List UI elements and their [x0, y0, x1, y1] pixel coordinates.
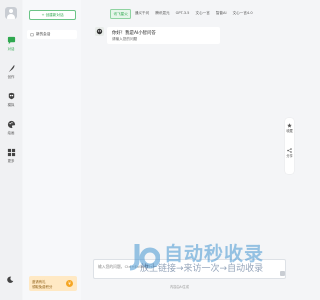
share-icon: [287, 148, 292, 153]
favorite-button[interactable]: 收藏: [285, 123, 294, 133]
new-chat-label: + 创建新对话: [41, 12, 64, 17]
rail-item-chat[interactable]: 对话: [0, 36, 22, 51]
tab-model-tongyi[interactable]: 通义千问: [132, 9, 151, 17]
coin-icon: ¥: [66, 280, 73, 287]
moon-icon[interactable]: [7, 276, 14, 283]
rail-item-simulate[interactable]: 模拟: [0, 92, 22, 107]
rail-item-more[interactable]: 更多: [0, 148, 22, 163]
rail-label-paint: 绘画: [7, 131, 15, 135]
tab-model-xunfei[interactable]: 讯飞星火: [110, 9, 132, 19]
assistant-message: 你好！我是AI小智问答 请输入您的问题: [107, 27, 220, 44]
message-subtitle: 请输入您的问题: [112, 37, 138, 41]
conversation-item[interactable]: 新的会话: [27, 30, 77, 39]
tab-model-wenxin[interactable]: 文心一言: [193, 9, 212, 17]
grid-icon: [7, 148, 15, 157]
rail-label-simulate: 模拟: [7, 103, 15, 107]
mask-icon: [8, 92, 14, 100]
tab-model-zhipu[interactable]: 智普AI: [213, 9, 229, 17]
tab-model-wenxin4[interactable]: 文心一言4.0: [230, 9, 255, 17]
message-input[interactable]: 输入您的问题，Ctrl+Enter换行: [93, 259, 286, 279]
rail-item-create[interactable]: 创作: [0, 64, 22, 79]
invite-promo-banner[interactable]: 邀请有礼 领取免费积分 ¥: [29, 276, 77, 291]
user-avatar[interactable]: [5, 7, 17, 19]
conversation-item-label: 新的会话: [36, 32, 51, 36]
star-icon: [287, 123, 292, 128]
feather-pen-icon: [8, 64, 14, 73]
rail-label-chat: 对话: [7, 47, 15, 51]
message-input-placeholder: 输入您的问题，Ctrl+Enter换行: [98, 264, 153, 269]
palette-icon: [7, 120, 15, 129]
tab-model-gpt35[interactable]: GPT-3.5: [173, 9, 192, 17]
chat-main-panel: 讯飞星火 通义千问 腾讯混元 GPT-3.5 文心一言 智普AI 文心一言4.0…: [82, 0, 300, 300]
icon-rail: 对话 创作 模拟 绘画 更多: [0, 0, 22, 300]
rail-label-create: 创作: [7, 75, 15, 79]
new-chat-button[interactable]: + 创建新对话: [29, 10, 76, 20]
share-button[interactable]: 分享: [285, 148, 294, 158]
model-tabs: 讯飞星火 通义千问 腾讯混元 GPT-3.5 文心一言 智普AI 文心一言4.0: [110, 9, 255, 19]
share-label: 分享: [286, 154, 293, 158]
rail-label-more: 更多: [7, 159, 15, 163]
conversation-sidebar: + 创建新对话 新的会话 邀请有礼 领取免费积分 ¥: [23, 0, 81, 300]
chat-bubble-icon: [7, 36, 15, 45]
ai-disclaimer: 内容由AI生成: [170, 285, 190, 289]
floating-action-bar: 收藏 分享: [285, 118, 294, 174]
promo-subtitle: 领取免费积分: [32, 285, 53, 289]
send-button[interactable]: [280, 271, 285, 276]
assistant-avatar: [95, 27, 104, 36]
message-title: 你好！我是AI小智问答: [112, 31, 156, 36]
favorite-label: 收藏: [286, 129, 293, 133]
rail-item-paint[interactable]: 绘画: [0, 120, 22, 135]
tab-model-hunyuan[interactable]: 腾讯混元: [153, 9, 172, 17]
chat-outline-icon: [30, 32, 34, 36]
